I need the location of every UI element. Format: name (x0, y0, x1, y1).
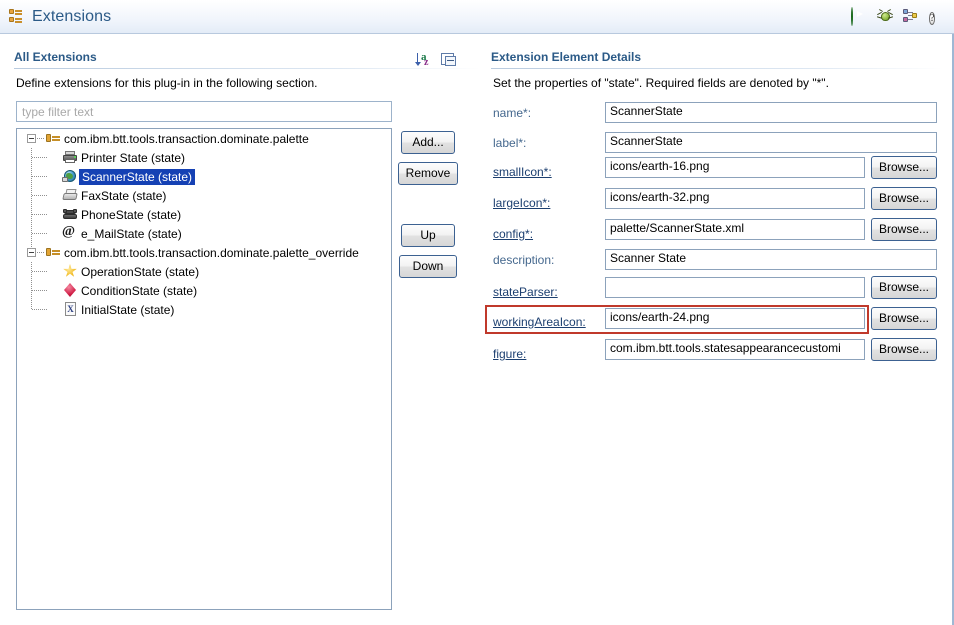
browse-button-stateparser[interactable]: Browse... (871, 276, 937, 299)
field-label-config[interactable]: config*: (493, 227, 533, 241)
help-glyph: ? (929, 12, 936, 25)
expander-icon[interactable] (27, 248, 36, 257)
plug-icon (45, 244, 61, 260)
tree-item-condition-state[interactable]: ConditionState (state) (17, 281, 391, 300)
tree-item-label: Printer State (state) (81, 151, 186, 165)
sort-az-icon[interactable]: a z (415, 51, 434, 68)
tree-connector (32, 214, 47, 215)
fax-icon (62, 187, 78, 203)
field-input-stateparser[interactable] (605, 277, 865, 298)
all-extensions-rule (14, 68, 480, 69)
tree-connector (32, 290, 47, 291)
scanner-globe-icon (62, 168, 78, 184)
down-button[interactable]: Down (399, 255, 457, 278)
field-input-largeicon[interactable]: icons/earth-32.png (605, 188, 865, 209)
field-input-description[interactable]: Scanner State (605, 249, 937, 270)
tree-item-label-selected: ScannerState (state) (79, 169, 196, 185)
tree-connector (32, 195, 47, 196)
tree-connector (32, 176, 47, 177)
x-file-icon: X (62, 301, 78, 317)
tree-connector (32, 271, 47, 272)
extension-details-rule (491, 68, 943, 69)
form-header: Extensions ? (0, 0, 954, 34)
extensions-tree[interactable]: com.ibm.btt.tools.transaction.dominate.p… (16, 128, 392, 610)
printer-icon (62, 149, 78, 165)
tree-node-label: com.ibm.btt.tools.transaction.dominate.p… (64, 246, 359, 260)
extension-plug-icon (8, 8, 26, 26)
field-label-label: label*: (493, 136, 527, 150)
extensions-editor-page: Extensions ? All Extensions a z Define e… (0, 0, 954, 625)
sort-az-letter-z: z (424, 57, 429, 68)
header-toolbar: ? (851, 7, 946, 26)
browse-button-config[interactable]: Browse... (871, 218, 937, 241)
page-title: Extensions (32, 7, 112, 25)
field-label-smallicon[interactable]: smallIcon*: (493, 165, 552, 179)
tree-item-label: InitialState (state) (81, 303, 175, 317)
at-mail-icon: @ (62, 224, 76, 239)
tree-node-palette[interactable]: com.ibm.btt.tools.transaction.dominate.p… (17, 129, 391, 148)
up-button[interactable]: Up (401, 224, 455, 247)
tree-item-label: e_MailState (state) (81, 227, 182, 241)
remove-button[interactable]: Remove (398, 162, 458, 185)
tree-connector (37, 138, 45, 139)
phone-icon (62, 206, 78, 222)
extension-details-description: Set the properties of "state". Required … (493, 76, 829, 90)
field-label-name: name*: (493, 106, 532, 120)
field-label-stateparser[interactable]: stateParser: (493, 285, 558, 299)
tree-node-palette-override[interactable]: com.ibm.btt.tools.transaction.dominate.p… (17, 243, 391, 262)
tree-connector (32, 309, 47, 310)
field-input-config[interactable]: palette/ScannerState.xml (605, 219, 865, 240)
filter-input[interactable] (16, 101, 392, 122)
plug-icon (45, 130, 61, 146)
tree-item-label: ConditionState (state) (81, 284, 198, 298)
browse-button-workingareaicon[interactable]: Browse... (871, 307, 937, 330)
all-extensions-description: Define extensions for this plug-in in th… (16, 76, 318, 90)
add-button[interactable]: Add... (401, 131, 455, 154)
browse-button-figure[interactable]: Browse... (871, 338, 937, 361)
field-input-label[interactable]: ScannerState (605, 132, 937, 153)
field-input-smallicon[interactable]: icons/earth-16.png (605, 157, 865, 178)
extensions-icon[interactable] (903, 8, 920, 25)
field-input-name[interactable]: ScannerState (605, 102, 937, 123)
tree-item-scanner-state[interactable]: ScannerState (state) (17, 167, 391, 186)
tree-node-label: com.ibm.btt.tools.transaction.dominate.p… (64, 132, 309, 146)
tree-item-initial-state[interactable]: X InitialState (state) (17, 300, 391, 319)
tree-connector (32, 233, 47, 234)
tree-item-label: OperationState (state) (81, 265, 200, 279)
field-label-description: description: (493, 253, 555, 267)
tree-connector (32, 157, 47, 158)
star-icon (62, 263, 78, 279)
field-label-figure[interactable]: figure: (493, 347, 526, 361)
tree-item-label: PhoneState (state) (81, 208, 182, 222)
field-input-figure[interactable]: com.ibm.btt.tools.statesappearancecustom… (605, 339, 865, 360)
tree-item-printer-state[interactable]: Printer State (state) (17, 148, 391, 167)
field-label-workingareaicon[interactable]: workingAreaIcon: (493, 315, 586, 329)
browse-button-smallicon[interactable]: Browse... (871, 156, 937, 179)
collapse-all-icon[interactable] (441, 53, 457, 68)
debug-icon[interactable] (876, 8, 894, 25)
tree-connector (37, 252, 45, 253)
extension-details-section-title: Extension Element Details (491, 50, 642, 64)
x-file-glyph: X (67, 304, 74, 314)
tree-item-operation-state[interactable]: OperationState (state) (17, 262, 391, 281)
tree-item-label: FaxState (state) (81, 189, 167, 203)
expander-icon[interactable] (27, 134, 36, 143)
all-extensions-section-title: All Extensions (14, 50, 97, 64)
help-icon[interactable]: ? (929, 8, 946, 25)
field-input-workingareaicon[interactable]: icons/earth-24.png (605, 308, 865, 329)
browse-button-largeicon[interactable]: Browse... (871, 187, 937, 210)
run-icon[interactable] (851, 7, 868, 26)
diamond-icon (62, 282, 78, 298)
tree-item-phone-state[interactable]: PhoneState (state) (17, 205, 391, 224)
field-label-largeicon[interactable]: largeIcon*: (493, 196, 550, 210)
tree-item-email-state[interactable]: @ e_MailState (state) (17, 224, 391, 243)
tree-item-fax-state[interactable]: FaxState (state) (17, 186, 391, 205)
